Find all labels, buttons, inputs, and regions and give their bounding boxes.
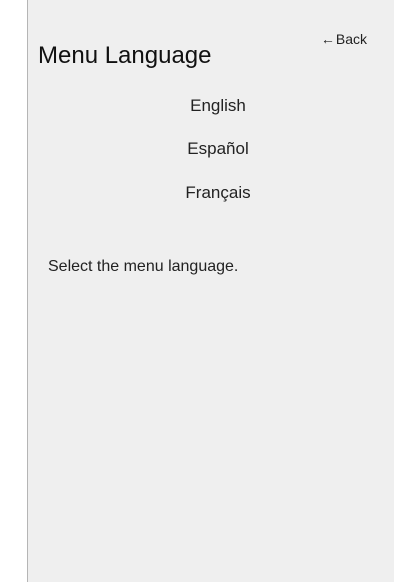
- left-arrow-icon: ←: [320, 31, 335, 47]
- language-option-english[interactable]: English: [28, 93, 394, 122]
- menu-language-panel: ← Back Menu Language English Español Fra…: [27, 0, 394, 582]
- page-title: Menu Language: [38, 42, 212, 69]
- language-option-espanol[interactable]: Español: [28, 136, 394, 165]
- back-button[interactable]: ← Back: [321, 31, 367, 47]
- back-label: Back: [335, 31, 367, 47]
- description-text: Select the menu language.: [48, 258, 239, 275]
- language-list: English Español Français: [28, 93, 394, 223]
- language-option-francais[interactable]: Français: [28, 180, 394, 209]
